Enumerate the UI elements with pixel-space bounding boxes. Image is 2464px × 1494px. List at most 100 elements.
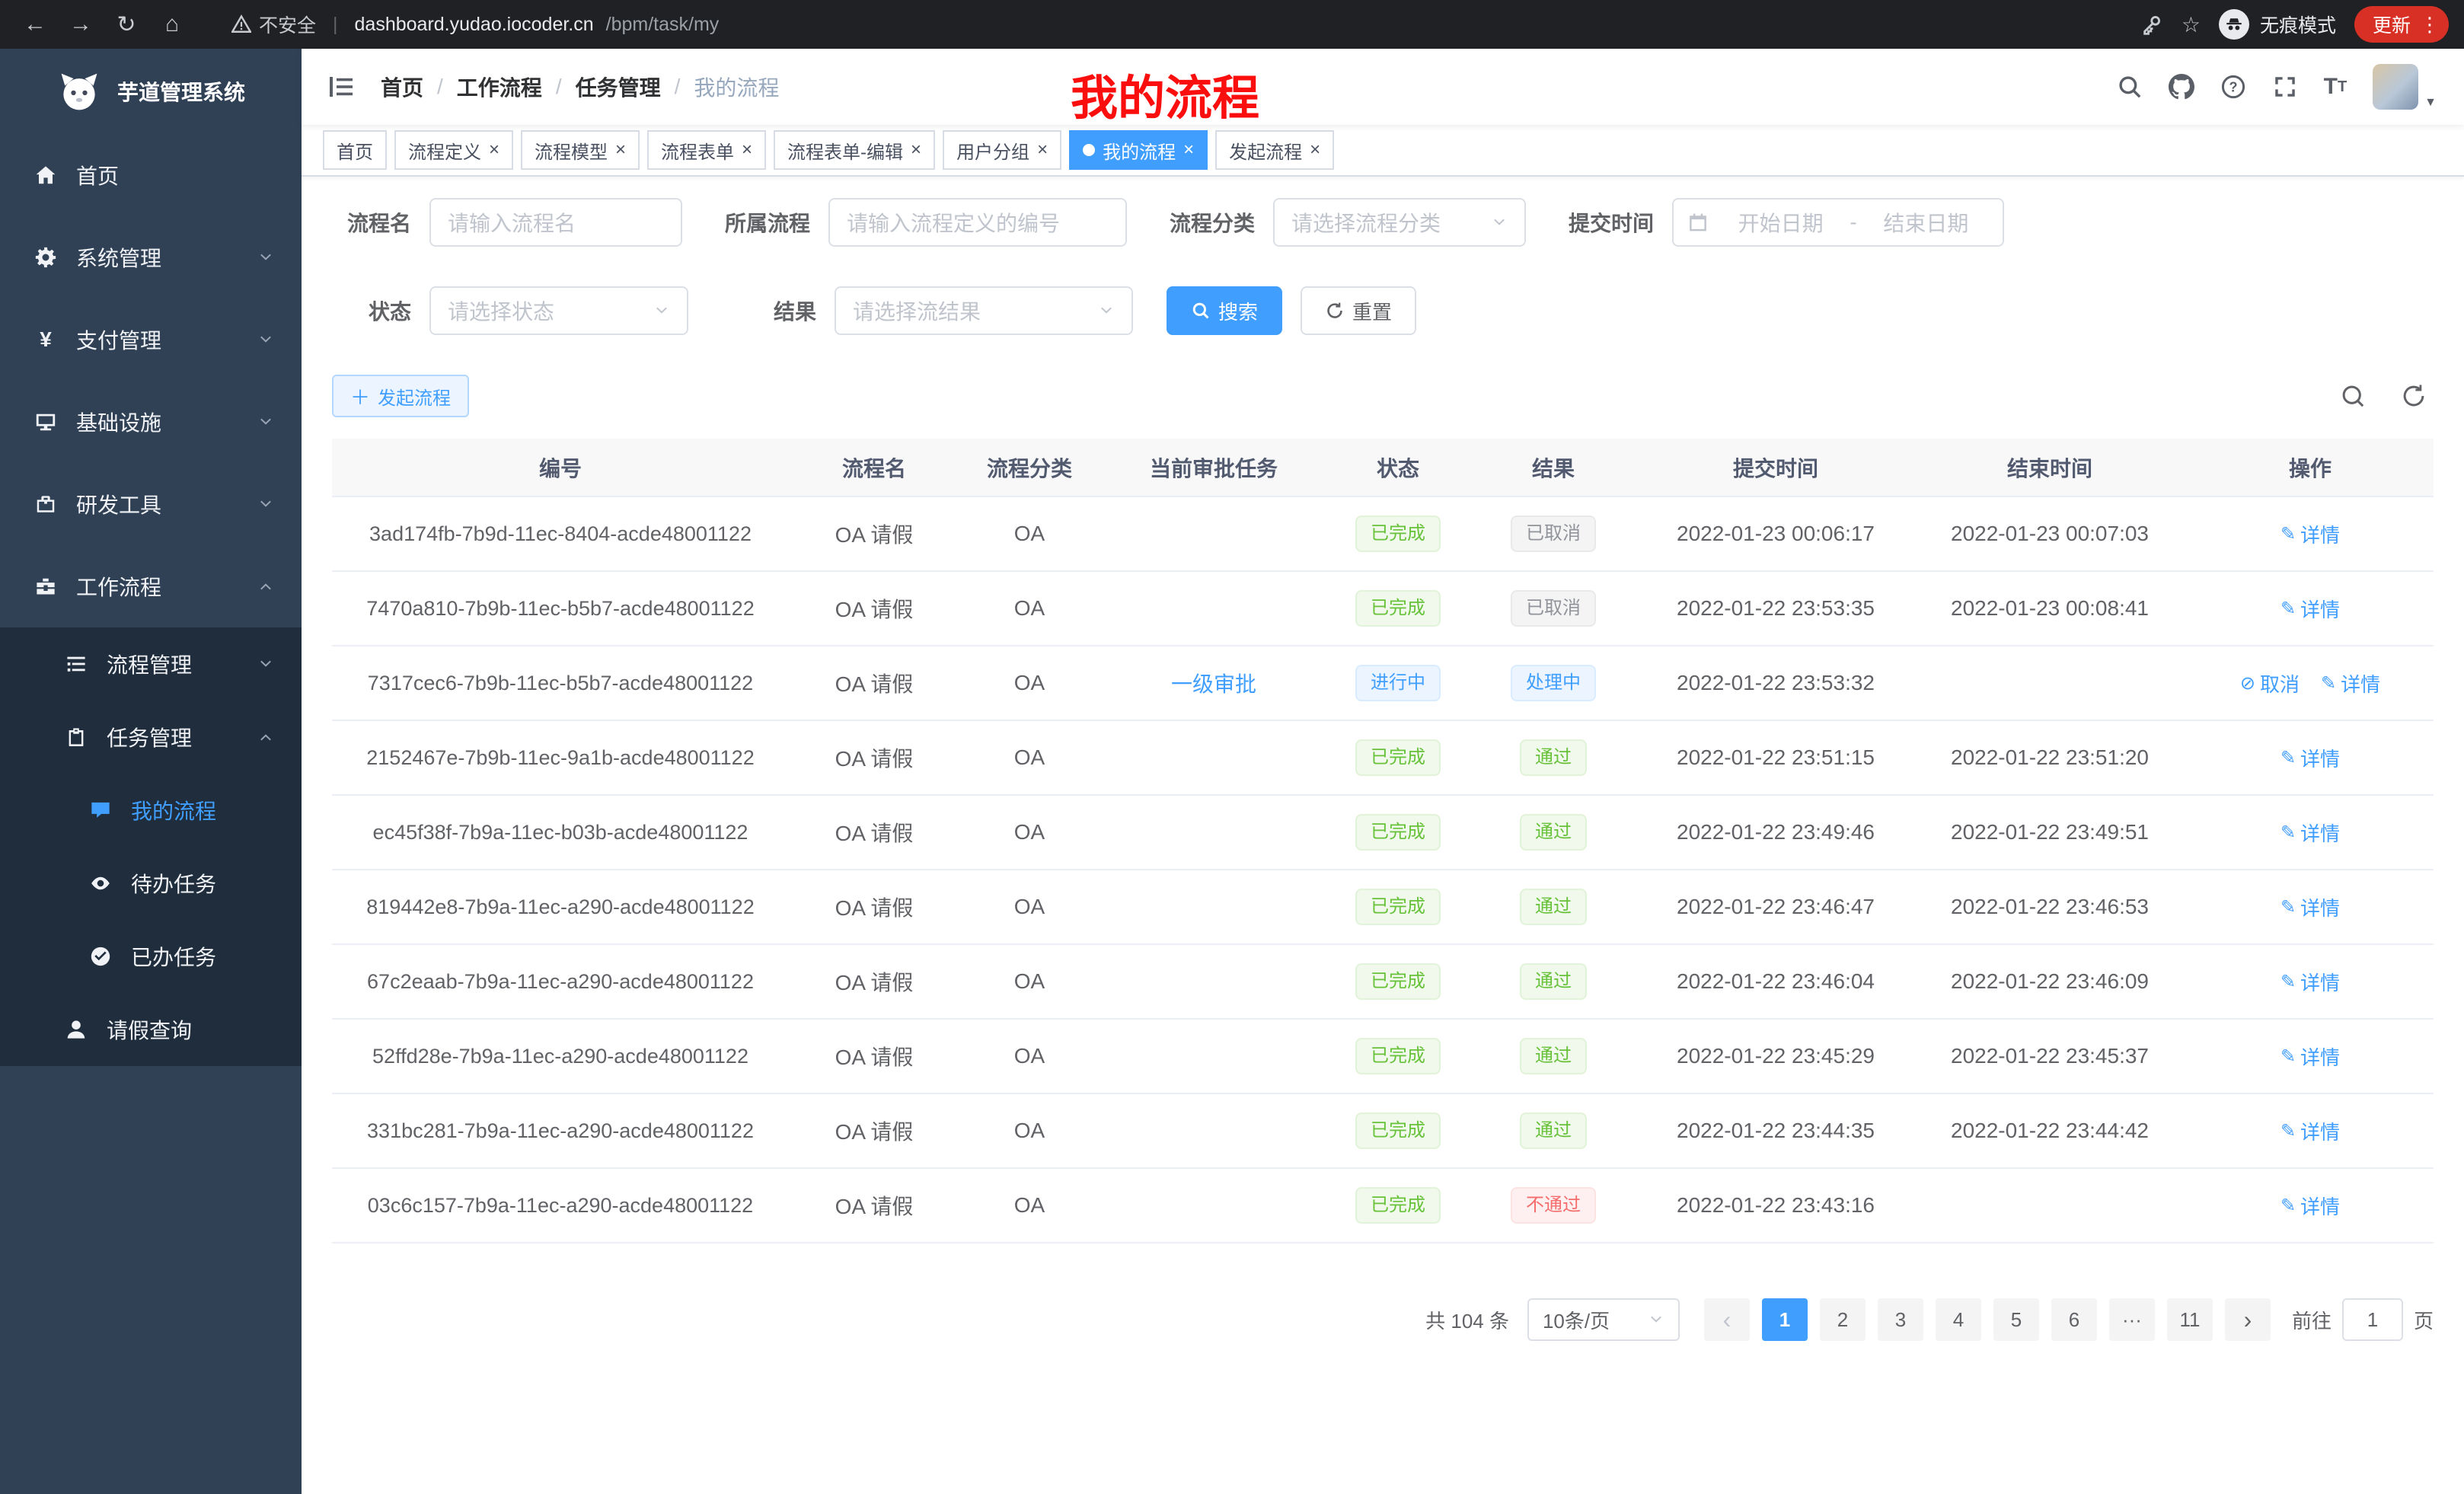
action-detail-button[interactable]: ✎详情 [2280,520,2340,548]
bookmark-star-icon[interactable]: ☆ [2182,12,2201,37]
page-button-2[interactable]: 2 [1820,1298,1866,1341]
password-key-icon[interactable] [2140,13,2163,36]
url-path: /bpm/task/my [606,14,720,36]
browser-update-button[interactable]: 更新 ⋮ [2354,6,2449,43]
status-select[interactable]: 请选择状态 [429,286,688,335]
browser-home-button[interactable]: ⌂ [152,5,192,44]
incognito-label: 无痕模式 [2260,11,2336,38]
fullscreen-icon[interactable] [2272,74,2298,100]
sidebar-item-infrastructure[interactable]: 基础设施 [0,381,302,463]
toggle-search-icon[interactable] [2333,376,2373,416]
app-logo[interactable]: 芋道管理系统 [0,49,302,134]
current-task-link[interactable]: 一级审批 [1171,672,1256,696]
browser-menu-icon[interactable]: ⋮ [2420,13,2440,37]
breadcrumb-home[interactable]: 首页 [381,72,423,102]
tab-process-form-edit[interactable]: 流程表单-编辑× [774,130,935,170]
close-icon[interactable]: × [1310,141,1320,159]
goto-page-input[interactable]: 1 [2342,1298,2403,1341]
sidebar-collapse-button[interactable] [302,49,381,125]
chevron-up-icon [257,578,274,595]
security-warning[interactable]: 不安全 [231,11,316,38]
action-detail-button[interactable]: ✎详情 [2321,669,2380,698]
sidebar-item-dev-tools[interactable]: 研发工具 [0,463,302,545]
breadcrumb-workflow[interactable]: 工作流程 [457,72,542,102]
browser-refresh-button[interactable]: ↻ [107,5,146,44]
tab-start-process[interactable]: 发起流程× [1215,130,1334,170]
process-definition-input[interactable]: 请输入流程定义的编号 [828,198,1127,247]
sidebar-item-leave-query[interactable]: 请假查询 [0,993,302,1066]
help-icon[interactable]: ? [2220,74,2246,100]
date-start-placeholder[interactable]: 开始日期 [1718,207,1843,238]
sidebar-item-done-tasks[interactable]: 已办任务 [0,920,302,993]
user-menu[interactable]: ▼ [2373,64,2437,110]
github-icon[interactable] [2169,74,2194,100]
action-cancel-button[interactable]: ⊘取消 [2240,669,2300,698]
browser-back-button[interactable]: ← [15,5,55,44]
tab-my-process[interactable]: 我的流程× [1069,130,1208,170]
sidebar-item-process-management[interactable]: 流程管理 [0,627,302,701]
page-size-select[interactable]: 10条/页 [1527,1298,1680,1341]
sidebar-item-workflow[interactable]: 工作流程 [0,545,302,627]
start-process-button[interactable]: ＋ 发起流程 [332,375,469,417]
incognito-icon [2219,9,2249,40]
cell-current-task [1100,1019,1328,1093]
tab-user-group[interactable]: 用户分组× [943,130,1061,170]
close-icon[interactable]: × [911,141,921,159]
more-pages-button[interactable]: ··· [2109,1298,2155,1341]
date-end-placeholder[interactable]: 结束日期 [1863,207,1989,238]
close-icon[interactable]: × [1183,141,1194,159]
breadcrumb: 首页 / 工作流程 / 任务管理 / 我的流程 [381,72,779,102]
detail-icon: ✎ [2280,598,2296,620]
action-detail-button[interactable]: ✎详情 [2280,744,2340,772]
action-detail-button[interactable]: ✎详情 [2280,1042,2340,1071]
close-icon[interactable]: × [489,141,500,159]
browser-forward-button[interactable]: → [61,5,101,44]
reset-button[interactable]: 重置 [1301,286,1416,335]
sidebar-item-payment[interactable]: ¥ 支付管理 [0,298,302,381]
cell-status: 进行中 [1328,646,1468,720]
close-icon[interactable]: × [1037,141,1048,159]
sidebar-item-task-management[interactable]: 任务管理 [0,701,302,774]
sidebar-item-system[interactable]: 系统管理 [0,216,302,298]
sidebar-item-home[interactable]: 首页 [0,134,302,216]
page-button-1[interactable]: 1 [1762,1298,1808,1341]
tab-process-form[interactable]: 流程表单× [647,130,766,170]
page-button-5[interactable]: 5 [1993,1298,2039,1341]
table-row: 03c6c157-7b9a-11ec-a290-acde48001122 OA … [332,1168,2434,1243]
address-bar[interactable]: 不安全 | dashboard.yudao.iocoder.cn/bpm/tas… [213,5,2119,43]
page-button-4[interactable]: 4 [1936,1298,1981,1341]
prev-page-button[interactable]: ‹ [1704,1298,1750,1341]
action-detail-button[interactable]: ✎详情 [2280,968,2340,996]
action-detail-button[interactable]: ✎详情 [2280,1192,2340,1220]
tab-home[interactable]: 首页 [323,130,387,170]
sidebar-item-my-process[interactable]: 我的流程 [0,774,302,847]
font-size-icon[interactable]: TT [2324,74,2348,100]
result-select[interactable]: 请选择流结果 [835,286,1133,335]
process-category-select[interactable]: 请选择流程分类 [1273,198,1526,247]
page-button-11[interactable]: 11 [2167,1298,2213,1341]
submit-time-range-picker[interactable]: 开始日期 - 结束日期 [1672,198,2004,247]
refresh-icon[interactable] [2394,376,2434,416]
process-name-input[interactable]: 请输入流程名 [429,198,682,247]
page-button-3[interactable]: 3 [1878,1298,1923,1341]
page-button-6[interactable]: 6 [2051,1298,2097,1341]
status-tag: 已完成 [1355,963,1441,1000]
search-icon[interactable] [2117,74,2143,100]
table-toolbar: ＋ 发起流程 [332,375,2434,417]
sidebar-item-todo-tasks[interactable]: 待办任务 [0,847,302,920]
gear-icon [34,245,58,270]
breadcrumb-task-management[interactable]: 任务管理 [576,72,661,102]
search-button[interactable]: 搜索 [1167,286,1282,335]
close-icon[interactable]: × [742,141,752,159]
tab-process-model[interactable]: 流程模型× [521,130,640,170]
action-detail-button[interactable]: ✎详情 [2280,893,2340,921]
action-detail-button[interactable]: ✎详情 [2280,595,2340,623]
cell-submit-time: 2022-01-22 23:44:35 [1639,1093,1913,1168]
action-detail-button[interactable]: ✎详情 [2280,819,2340,847]
avatar[interactable] [2373,64,2418,110]
cell-result: 通过 [1468,1019,1639,1093]
action-detail-button[interactable]: ✎详情 [2280,1117,2340,1145]
tab-process-definition[interactable]: 流程定义× [394,130,513,170]
next-page-button[interactable]: › [2225,1298,2271,1341]
close-icon[interactable]: × [615,141,626,159]
